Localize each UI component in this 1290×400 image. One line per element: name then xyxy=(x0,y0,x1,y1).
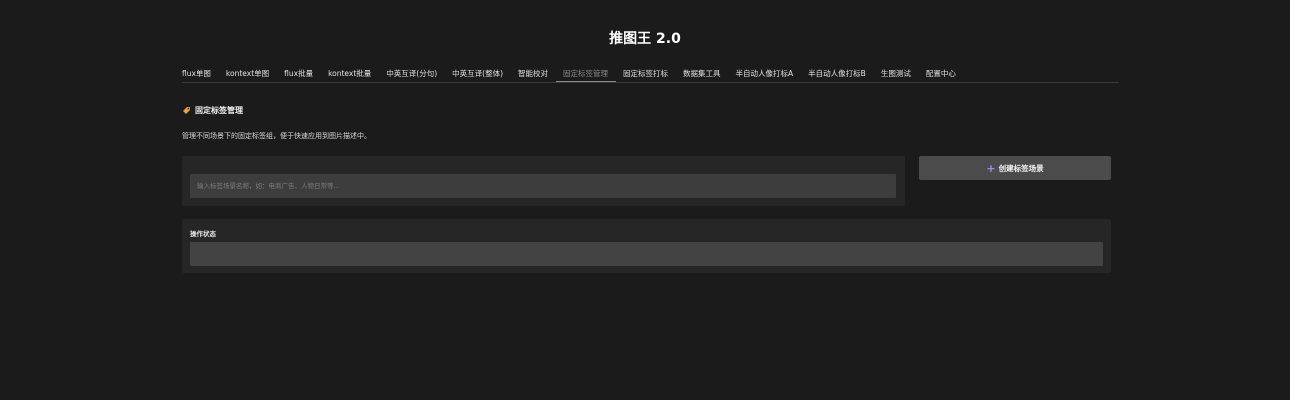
tab-item[interactable]: flux单图 xyxy=(182,67,218,81)
status-panel: 操作状态 xyxy=(182,219,1111,273)
tab-item[interactable]: kontext批量 xyxy=(321,67,379,81)
tab-item[interactable]: flux批量 xyxy=(277,67,321,81)
tab-item[interactable]: 半自动人像打标B xyxy=(801,67,874,81)
tab-item[interactable]: 中英互译(分句) xyxy=(379,67,445,81)
section-description: 管理不同场景下的固定标签组，便于快速应用到图片描述中。 xyxy=(182,132,371,140)
app-title: 推图王 2.0 xyxy=(609,31,681,47)
create-scene-button[interactable]: + 创建标签场景 xyxy=(919,156,1111,180)
tab-item[interactable]: 中英互译(整体) xyxy=(445,67,511,81)
section-header: 固定标签管理 xyxy=(182,105,243,116)
tag-icon xyxy=(182,106,191,115)
tab-item[interactable]: 数据集工具 xyxy=(676,67,729,81)
tab-bar: flux单图 kontext单图 flux批量 kontext批量 中英互译(分句) 中英… xyxy=(182,67,1119,83)
plus-icon: + xyxy=(986,161,996,175)
scene-name-input[interactable] xyxy=(190,174,896,198)
tab-item[interactable]: 配置中心 xyxy=(918,67,963,81)
tab-item[interactable]: 智能校对 xyxy=(511,67,556,81)
status-output xyxy=(190,242,1103,266)
create-scene-label: 创建标签场景 xyxy=(998,163,1044,173)
status-label: 操作状态 xyxy=(190,230,216,238)
tab-item[interactable]: 固定标签管理 xyxy=(555,67,616,82)
tab-item[interactable]: 生图测试 xyxy=(873,67,918,81)
section-title: 固定标签管理 xyxy=(195,106,243,115)
tab-item[interactable]: 半自动人像打标A xyxy=(728,67,801,81)
scene-input-panel xyxy=(182,156,905,206)
tab-item[interactable]: kontext单图 xyxy=(218,67,276,81)
tab-item[interactable]: 固定标签打标 xyxy=(616,67,676,81)
